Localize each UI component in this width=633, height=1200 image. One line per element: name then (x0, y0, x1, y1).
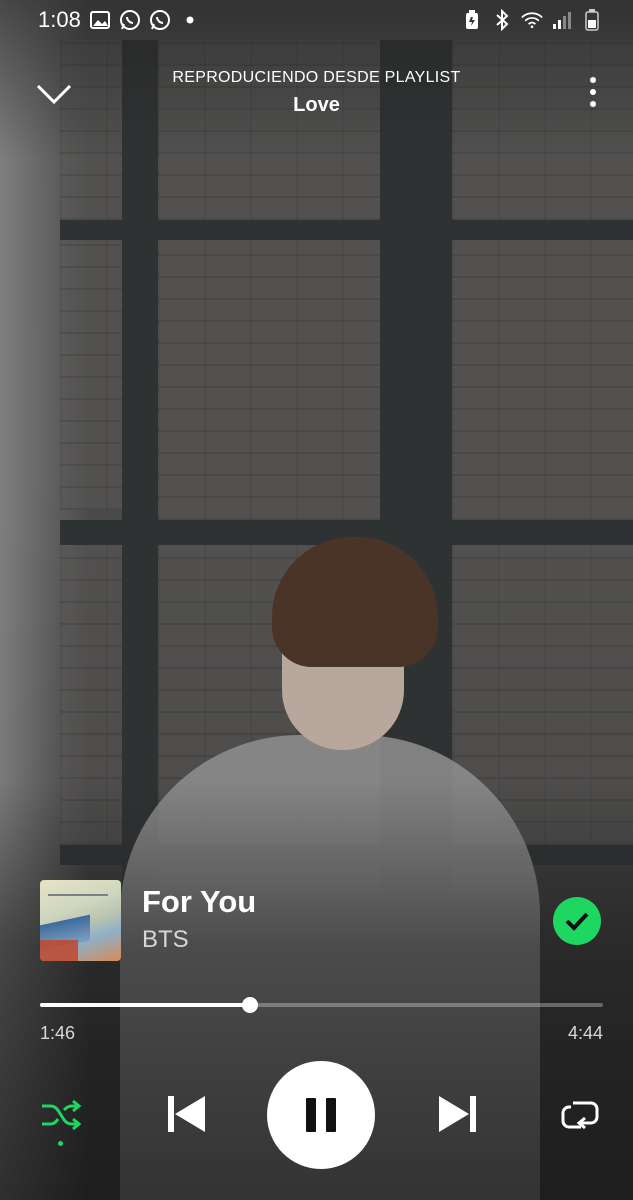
checkmark-icon (565, 912, 589, 931)
like-button[interactable] (553, 897, 601, 945)
more-vertical-icon (590, 77, 596, 107)
album-cover[interactable] (40, 880, 121, 961)
progress-fill (40, 1003, 250, 1007)
wifi-icon (521, 9, 543, 31)
status-left: 1:08 (38, 7, 201, 33)
track-info: For You BTS (40, 880, 603, 962)
whatsapp-icon (149, 9, 171, 31)
shuffle-button[interactable] (38, 1092, 84, 1146)
shuffle-active-dot (58, 1141, 63, 1146)
playing-from-label: REPRODUCIENDO DESDE PLAYLIST (172, 69, 461, 86)
bluetooth-icon (491, 9, 513, 31)
status-bar: 1:08 (0, 0, 633, 40)
status-right (461, 9, 603, 31)
repeat-icon (561, 1101, 599, 1130)
track-artist[interactable]: BTS (142, 926, 189, 954)
dot-icon (179, 9, 201, 31)
window-pane (158, 240, 380, 520)
pause-icon (306, 1098, 336, 1132)
next-button[interactable] (434, 1090, 482, 1138)
status-time: 1:08 (38, 7, 81, 32)
battery-icon (581, 9, 603, 31)
now-playing-header: REPRODUCIENDO DESDE PLAYLIST Love (0, 60, 633, 130)
progress-handle[interactable] (241, 997, 258, 1013)
more-options-button[interactable] (583, 74, 603, 114)
canvas-video-background (0, 0, 633, 1200)
playback-controls (0, 1060, 633, 1170)
elapsed-time: 1:46 (40, 1023, 76, 1043)
previous-button[interactable] (162, 1090, 210, 1138)
skip-previous-icon (168, 1096, 205, 1132)
window-frame (60, 220, 633, 240)
playlist-name[interactable]: Love (0, 94, 633, 117)
progress-bar[interactable] (40, 997, 603, 1013)
track-title[interactable]: For You (142, 884, 256, 920)
gallery-icon (89, 9, 111, 31)
whatsapp-icon (119, 9, 141, 31)
shuffle-icon (42, 1099, 82, 1131)
pause-button[interactable] (267, 1061, 375, 1169)
window-pane (452, 240, 633, 520)
cover-detail (48, 894, 108, 896)
battery-saver-icon (461, 9, 483, 31)
total-time: 4:44 (567, 1023, 603, 1043)
cover-detail (40, 940, 78, 961)
window-pane (60, 240, 122, 510)
skip-next-icon (439, 1096, 476, 1132)
signal-icon (551, 9, 573, 31)
repeat-button[interactable] (558, 1092, 604, 1138)
